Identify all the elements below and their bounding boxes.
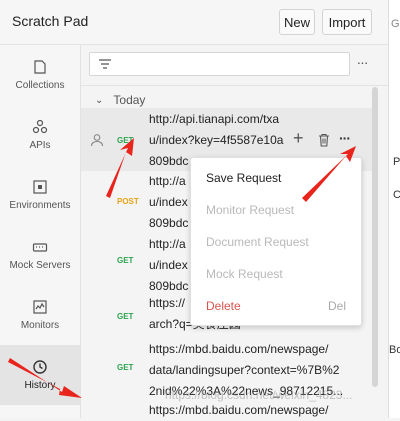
- user-icon: [90, 134, 104, 147]
- apis-icon: [32, 119, 48, 134]
- method-badge: GET: [117, 256, 134, 265]
- sidebar-item-collections[interactable]: Collections: [0, 45, 80, 105]
- scrollbar[interactable]: [372, 87, 378, 387]
- sidebar: Collections APIs Environments Mock Serve…: [0, 45, 81, 418]
- menu-item-delete[interactable]: Delete: [206, 299, 241, 313]
- trash-icon[interactable]: [318, 133, 330, 147]
- history-row[interactable]: https://mbd.baidu.com/newspage/: [81, 403, 373, 418]
- request-url: http://a u/index 809bdc: [149, 174, 189, 230]
- method-badge: GET: [117, 363, 134, 372]
- collections-icon: [34, 60, 46, 74]
- sidebar-item-label: Mock Servers: [9, 260, 71, 271]
- mock-servers-icon: [32, 243, 48, 252]
- environments-icon: [33, 180, 47, 194]
- sidebar-item-label: APIs: [29, 140, 51, 151]
- sidebar-item-label: Environments: [9, 200, 71, 211]
- tab-peek: G: [391, 18, 400, 30]
- new-button[interactable]: New: [279, 9, 315, 35]
- import-button[interactable]: Import: [322, 9, 372, 35]
- params-tab-peek[interactable]: P: [393, 156, 400, 168]
- history-more-icon[interactable]: ···: [351, 54, 373, 74]
- sidebar-item-apis[interactable]: APIs: [0, 105, 80, 165]
- menu-item-document-request: Document Request: [206, 235, 309, 249]
- history-icon: [33, 360, 47, 374]
- sidebar-item-monitors[interactable]: Monitors: [0, 285, 80, 345]
- menu-item-mock-request: Mock Request: [206, 267, 283, 281]
- sidebar-item-label: Monitors: [20, 320, 60, 331]
- method-badge: GET: [117, 136, 134, 145]
- request-url: http://a u/index 809bdc: [149, 237, 189, 293]
- add-to-collection-icon[interactable]: +: [293, 128, 304, 149]
- history-group-today[interactable]: ⌄ Today: [95, 93, 145, 107]
- history-group-label: Today: [113, 93, 146, 107]
- sidebar-item-environments[interactable]: Environments: [0, 165, 80, 225]
- request-panel-edge: G P C Bo: [388, 0, 400, 418]
- column-peek: C: [393, 189, 400, 201]
- sidebar-item-label: Collections: [15, 80, 65, 91]
- workspace-title: Scratch Pad: [12, 13, 89, 29]
- monitors-icon: [33, 300, 47, 314]
- method-badge: POST: [117, 197, 139, 206]
- delete-shortcut: Del: [327, 299, 346, 313]
- history-filter-input[interactable]: [89, 52, 350, 76]
- sidebar-item-label: History: [24, 380, 56, 391]
- filter-icon: [99, 59, 111, 69]
- context-menu: Save Request Monitor Request Document Re…: [190, 157, 362, 326]
- menu-item-monitor-request: Monitor Request: [206, 203, 295, 217]
- menu-item-save-request[interactable]: Save Request: [206, 171, 281, 185]
- watermark: https://blog.csdn.net/weixin_4823...: [165, 388, 353, 402]
- sidebar-item-history[interactable]: History: [0, 345, 80, 405]
- method-badge: GET: [117, 312, 134, 321]
- divider: [81, 85, 388, 86]
- row-more-icon[interactable]: ···: [339, 130, 351, 146]
- sidebar-item-mock-servers[interactable]: Mock Servers: [0, 225, 80, 285]
- body-tab-peek[interactable]: Bo: [389, 344, 400, 356]
- chevron-down-icon: ⌄: [95, 94, 104, 106]
